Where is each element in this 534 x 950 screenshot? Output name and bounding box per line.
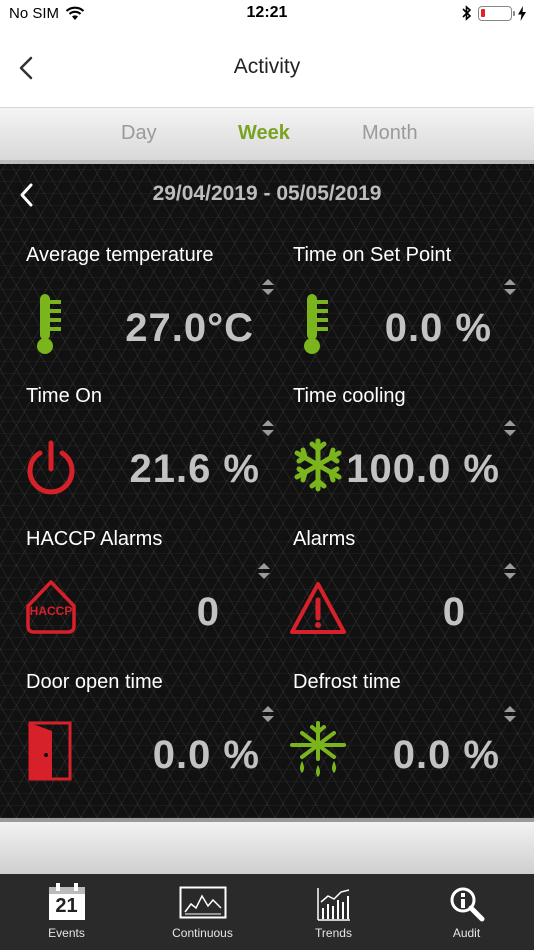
stat-value: 100.0 % xyxy=(346,447,500,491)
thermometer-icon xyxy=(304,294,328,354)
power-icon xyxy=(27,440,75,495)
status-right xyxy=(462,5,526,21)
sort-icon[interactable] xyxy=(260,278,276,296)
period-range-label: 29/04/2019 - 05/05/2019 xyxy=(152,182,382,205)
separator-strip xyxy=(0,818,534,874)
thermometer-icon xyxy=(37,294,61,354)
tab-audit[interactable]: Audit xyxy=(400,874,533,950)
trends-chart-icon xyxy=(267,882,400,924)
continuous-chart-icon xyxy=(136,882,269,924)
haccp-alarm-icon: HACCP xyxy=(22,576,80,640)
stat-alarms: Alarms 0 xyxy=(289,528,518,668)
stat-average-temperature: Average temperature 27.0°C xyxy=(26,244,276,384)
tab-continuous[interactable]: Continuous xyxy=(136,874,269,950)
snowflake-icon xyxy=(294,438,342,492)
stat-haccp-alarms: HACCP Alarms HACCP 0 xyxy=(22,528,272,668)
stat-label: Time cooling xyxy=(293,385,406,407)
alarm-warning-icon xyxy=(290,582,346,634)
battery-level xyxy=(481,8,485,17)
activity-panel: 29/04/2019 - 05/05/2019 Average temperat… xyxy=(0,164,534,818)
door-open-icon xyxy=(28,721,72,781)
sort-icon[interactable] xyxy=(502,705,518,723)
stat-time-on-set-point: Time on Set Point 0.0 % xyxy=(293,244,518,384)
sort-icon[interactable] xyxy=(260,705,276,723)
stat-value: 0 xyxy=(442,590,466,634)
stat-label: Time on Set Point xyxy=(293,244,452,266)
stat-value: 27.0°C xyxy=(125,306,254,350)
audit-search-icon xyxy=(400,882,533,924)
nav-bar: Activity xyxy=(0,28,534,108)
sort-icon[interactable] xyxy=(260,419,276,437)
tab-month[interactable]: Month xyxy=(362,122,418,145)
period-tabs: Day Week Month xyxy=(0,108,534,164)
stat-label: HACCP Alarms xyxy=(26,528,163,550)
charging-icon xyxy=(518,5,526,21)
stat-label: Time On xyxy=(26,385,102,407)
stat-value: 21.6 % xyxy=(129,447,260,491)
bottom-tab-bar: 21 Events Continuous Trends Audit xyxy=(0,874,534,950)
tab-label: Audit xyxy=(452,926,481,940)
stat-value: 0.0 % xyxy=(392,733,500,777)
tab-label: Continuous xyxy=(172,926,233,940)
sort-icon[interactable] xyxy=(502,278,518,296)
battery-icon xyxy=(478,5,515,21)
defrost-icon xyxy=(290,721,346,777)
stat-label: Defrost time xyxy=(293,671,401,693)
stat-value: 0.0 % xyxy=(152,733,260,777)
tab-label: Trends xyxy=(315,926,352,940)
stat-value: 0 xyxy=(196,590,220,634)
status-bar: No SIM 12:21 xyxy=(0,0,534,28)
tab-events[interactable]: 21 Events xyxy=(0,874,133,950)
stat-time-cooling: Time cooling 100.0 % xyxy=(293,385,518,525)
bluetooth-icon xyxy=(462,5,472,21)
sort-icon[interactable] xyxy=(502,419,518,437)
calendar-day: 21 xyxy=(55,895,78,917)
stat-label: Average temperature xyxy=(26,244,214,266)
tab-day[interactable]: Day xyxy=(121,122,157,145)
stat-defrost-time: Defrost time 0.0 % xyxy=(290,671,518,811)
page-title: Activity xyxy=(233,55,301,78)
sort-icon[interactable] xyxy=(502,562,518,580)
calendar-icon: 21 xyxy=(0,882,133,924)
status-time: 12:21 xyxy=(246,4,288,21)
haccp-icon-text: HACCP xyxy=(29,604,73,618)
tab-week[interactable]: Week xyxy=(238,122,290,145)
stat-label: Alarms xyxy=(293,528,356,550)
stat-door-open-time: Door open time 0.0 % xyxy=(26,671,276,811)
stat-time-on: Time On 21.6 % xyxy=(26,385,276,525)
stat-label: Door open time xyxy=(26,671,163,693)
tab-trends[interactable]: Trends xyxy=(267,874,400,950)
tab-label: Events xyxy=(48,926,85,940)
stat-value: 0.0 % xyxy=(384,306,492,350)
sort-icon[interactable] xyxy=(256,562,272,580)
